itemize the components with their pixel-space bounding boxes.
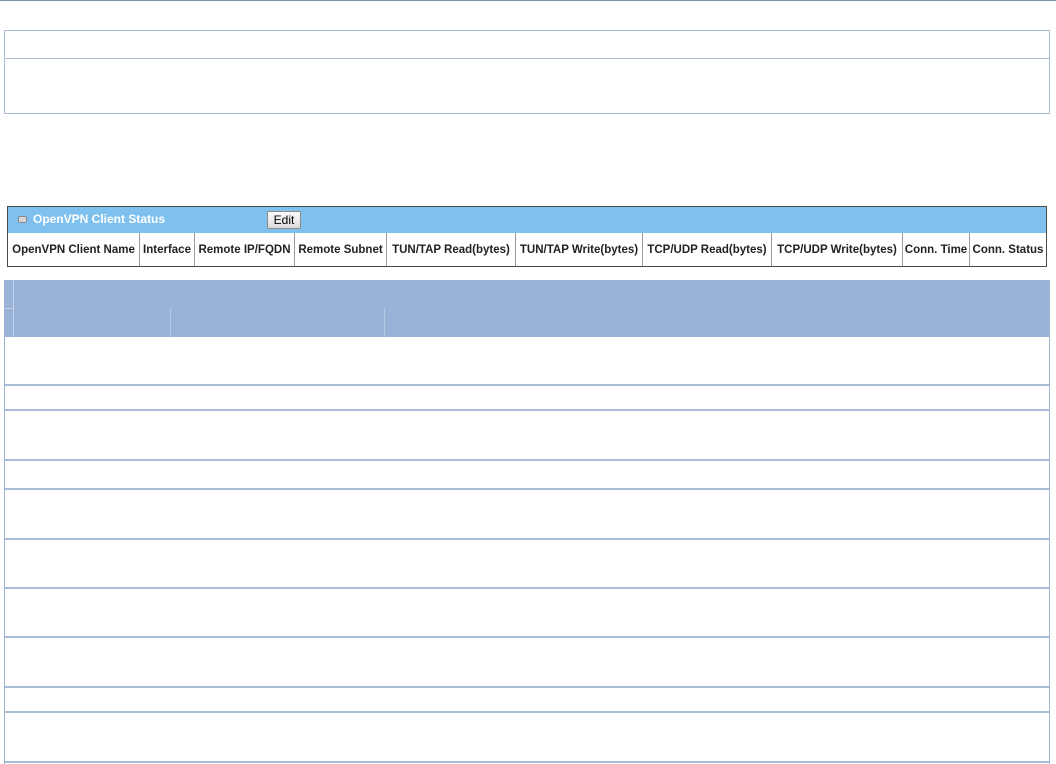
header-divider — [170, 308, 171, 337]
status-panel-header: OpenVPN Client Status Edit — [8, 207, 1046, 233]
table-row-divider — [5, 488, 1049, 490]
openvpn-client-status-panel: OpenVPN Client Status Edit OpenVPN Clien… — [7, 206, 1047, 267]
status-column-header-row: OpenVPN Client Name Interface Remote IP/… — [8, 233, 1046, 266]
table-row-divider — [5, 384, 1049, 386]
table-row-divider — [5, 587, 1049, 589]
status-panel-title: OpenVPN Client Status — [33, 212, 166, 226]
table-row-divider — [5, 686, 1049, 688]
details-table-header — [5, 280, 1049, 337]
column-header-tuntap-read: TUN/TAP Read(bytes) — [387, 233, 516, 266]
header-divider — [5, 308, 14, 309]
table-row-divider — [5, 711, 1049, 713]
column-header-interface: Interface — [140, 233, 195, 266]
info-panel — [4, 30, 1050, 114]
table-row-divider — [5, 636, 1049, 638]
column-header-conn-status: Conn. Status — [972, 243, 1044, 256]
table-row-divider — [5, 409, 1049, 411]
table-row-divider — [5, 459, 1049, 461]
top-border-line — [0, 0, 1056, 1]
header-divider — [384, 308, 385, 337]
column-header-remote-ip: Remote IP/FQDN — [195, 233, 295, 266]
column-header-remote-subnet: Remote Subnet — [295, 233, 387, 266]
table-row-divider — [5, 538, 1049, 540]
panel-toggle-icon[interactable] — [18, 216, 27, 223]
column-header-tcpudp-write: TCP/UDP Write(bytes) — [772, 233, 903, 266]
edit-button[interactable]: Edit — [267, 211, 301, 229]
table-row-divider — [5, 761, 1049, 763]
column-header-conn-time: Conn. Time — [903, 233, 970, 266]
details-table — [4, 280, 1050, 764]
column-header-client-name: OpenVPN Client Name — [8, 233, 140, 266]
column-header-tuntap-write: TUN/TAP Write(bytes) — [516, 233, 643, 266]
column-header-tcpudp-read: TCP/UDP Read(bytes) — [643, 233, 772, 266]
info-panel-divider — [5, 58, 1049, 59]
